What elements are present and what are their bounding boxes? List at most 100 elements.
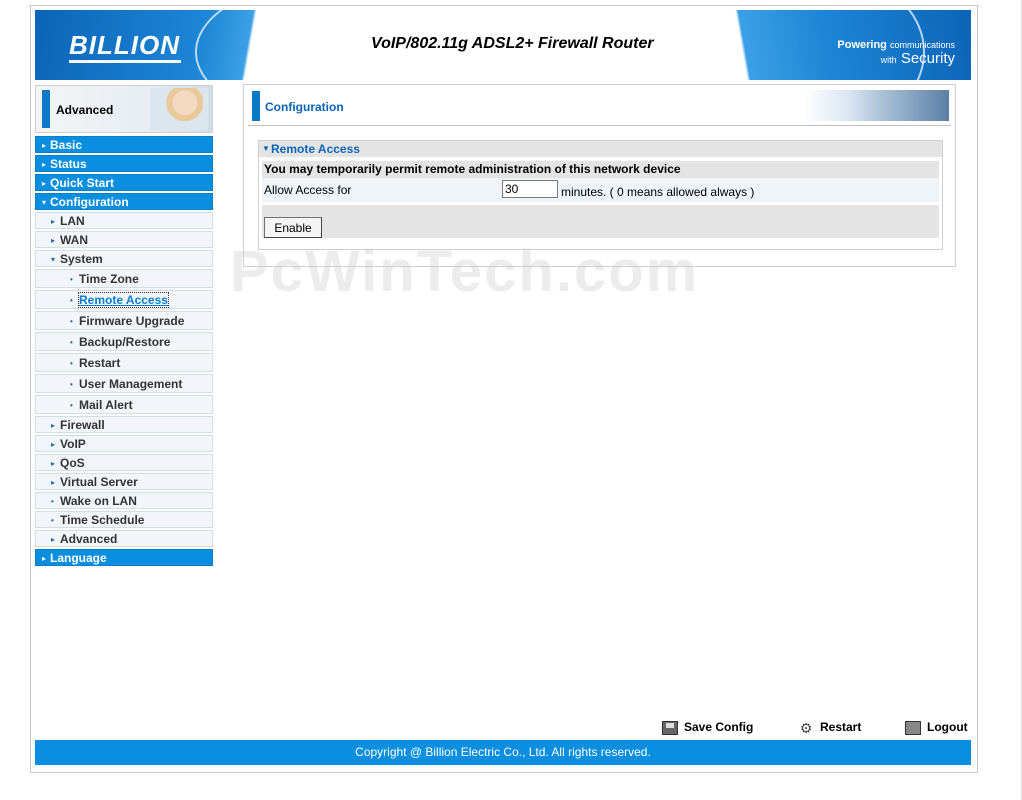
divider [248, 125, 951, 126]
sidebar-item-label: Advanced [60, 532, 118, 546]
chevron-down-icon: ▼ [262, 144, 270, 153]
allow-access-label: Allow Access for [264, 183, 352, 197]
sidebar-item-qos[interactable]: ▸ QoS [35, 454, 213, 471]
restart-label: Restart [820, 720, 862, 734]
sidebar-item-language[interactable]: ▸ Language [35, 549, 213, 566]
sidebar-item-label: Restart [79, 356, 121, 370]
description-row: You may temporarily permit remote admini… [262, 161, 939, 178]
sidebar-item-user-management[interactable]: • User Management [35, 374, 213, 393]
chevron-right-icon: ▸ [51, 535, 56, 544]
sidebar-item-label: LAN [60, 214, 85, 228]
restart-button[interactable]: ⚙ Restart [798, 718, 862, 736]
logout-icon [905, 720, 921, 735]
sidebar-item-time-zone[interactable]: • Time Zone [35, 269, 213, 288]
bullet-icon: • [70, 338, 73, 347]
sidebar-item-label: Language [50, 551, 107, 565]
bullet-icon: • [70, 317, 73, 326]
sidebar-item-advanced[interactable]: ▸ Advanced [35, 530, 213, 547]
footer-actions: Save Config ⚙ Restart Logout [660, 718, 980, 738]
sidebar-item-label: WAN [60, 233, 88, 247]
sidebar-item-status[interactable]: ▸ Status [35, 155, 213, 172]
logout-label: Logout [927, 720, 968, 734]
sidebar-item-lan[interactable]: ▸ LAN [35, 212, 213, 229]
floppy-disk-icon [662, 720, 678, 735]
save-config-label: Save Config [684, 720, 754, 734]
chevron-right-icon: ▸ [51, 421, 56, 430]
chevron-right-icon: ▸ [42, 160, 47, 169]
sidebar-item-label: Status [50, 157, 87, 171]
minutes-hint: minutes. ( 0 means allowed always ) [561, 185, 755, 199]
sidebar-item-wan[interactable]: ▸ WAN [35, 231, 213, 248]
section-title: Remote Access [271, 142, 360, 156]
advanced-label: Advanced [56, 103, 114, 117]
logout-button[interactable]: Logout [905, 718, 968, 736]
chevron-right-icon: ▸ [51, 217, 56, 226]
chevron-right-icon: ▸ [42, 554, 47, 563]
logo-underline [69, 60, 181, 63]
sidebar-item-firewall[interactable]: ▸ Firewall [35, 416, 213, 433]
sidebar-item-configuration[interactable]: ▾ Configuration [35, 193, 213, 210]
tagline-security: Security [900, 50, 955, 67]
sidebar-item-label: Basic [50, 138, 83, 152]
banner-accent-bar [42, 90, 50, 128]
header-right-graphic: Powering communications with Security [681, 10, 971, 80]
product-title: VoIP/802.11g ADSL2+ Firewall Router [371, 35, 654, 52]
allow-access-row: Allow Access for minutes. ( 0 means allo… [262, 178, 939, 202]
bullet-icon: • [51, 516, 54, 525]
sidebar-item-label: Firewall [60, 418, 105, 432]
sidebar-item-label: Backup/Restore [79, 335, 171, 349]
bullet-icon: • [70, 401, 73, 410]
config-header-photo [803, 90, 949, 121]
sidebar-item-label: Quick Start [50, 176, 115, 190]
sidebar-item-voip[interactable]: ▸ VoIP [35, 435, 213, 452]
sidebar-item-label: Wake on LAN [60, 494, 137, 508]
header-banner: BILLION VoIP/802.11g ADSL2+ Firewall Rou… [35, 10, 971, 80]
minutes-input[interactable] [502, 180, 558, 198]
sidebar-item-virtual-server[interactable]: ▸ Virtual Server [35, 473, 213, 490]
sidebar-item-time-schedule[interactable]: • Time Schedule [35, 511, 213, 528]
watermark: PcWinTech.com [230, 239, 700, 304]
sidebar-item-label: Time Schedule [60, 513, 145, 527]
banner-photo [150, 88, 208, 130]
sidebar-item-label: System [60, 252, 103, 266]
enable-button[interactable]: Enable [264, 217, 322, 238]
chevron-right-icon: ▸ [42, 179, 47, 188]
button-row: Enable [262, 205, 939, 238]
bullet-icon: • [70, 359, 73, 368]
sidebar-item-label: Configuration [50, 195, 129, 209]
bullet-icon: • [51, 497, 54, 506]
sidebar-item-label: Time Zone [79, 272, 139, 286]
sidebar-item-firmware-upgrade[interactable]: • Firmware Upgrade [35, 311, 213, 330]
copyright-bar: Copyright @ Billion Electric Co., Ltd. A… [35, 740, 971, 765]
sidebar-item-restart[interactable]: • Restart [35, 353, 213, 372]
chevron-right-icon: ▸ [51, 459, 56, 468]
chevron-right-icon: ▸ [42, 141, 47, 150]
sidebar-item-basic[interactable]: ▸ Basic [35, 136, 213, 153]
advanced-banner: Advanced [35, 85, 213, 133]
remote-access-section: ▼ Remote Access You may temporarily perm… [258, 140, 943, 250]
chevron-down-icon: ▾ [51, 255, 56, 264]
sidebar-item-label: Remote Access [78, 292, 169, 308]
sidebar-item-system[interactable]: ▾ System [35, 250, 213, 267]
sidebar-item-wake-on-lan[interactable]: • Wake on LAN [35, 492, 213, 509]
sidebar-item-label: User Management [79, 377, 183, 391]
sidebar-item-mail-alert[interactable]: • Mail Alert [35, 395, 213, 414]
sidebar-item-remote-access[interactable]: • Remote Access [35, 290, 213, 309]
sidebar-item-quick-start[interactable]: ▸ Quick Start [35, 174, 213, 191]
sidebar-nav: ▸ Basic ▸ Status ▸ Quick Start ▾ Configuration ▸… [35, 136, 213, 568]
save-config-button[interactable]: Save Config [662, 718, 753, 736]
chevron-right-icon: ▸ [51, 478, 56, 487]
tagline-powering: Powering [837, 39, 887, 51]
page-title: Configuration [265, 100, 344, 114]
restart-icon: ⚙ [799, 719, 813, 736]
bullet-icon: • [70, 380, 73, 389]
bullet-icon: • [70, 296, 73, 305]
tagline-communications: communications [889, 40, 955, 50]
chevron-right-icon: ▸ [51, 236, 56, 245]
tagline-with: with [880, 55, 897, 65]
sidebar-item-label: Virtual Server [60, 475, 138, 489]
tagline: Powering communications with Security [837, 38, 955, 67]
sidebar-item-label: Mail Alert [79, 398, 133, 412]
sidebar-item-label: Firmware Upgrade [79, 314, 185, 328]
sidebar-item-backup-restore[interactable]: • Backup/Restore [35, 332, 213, 351]
